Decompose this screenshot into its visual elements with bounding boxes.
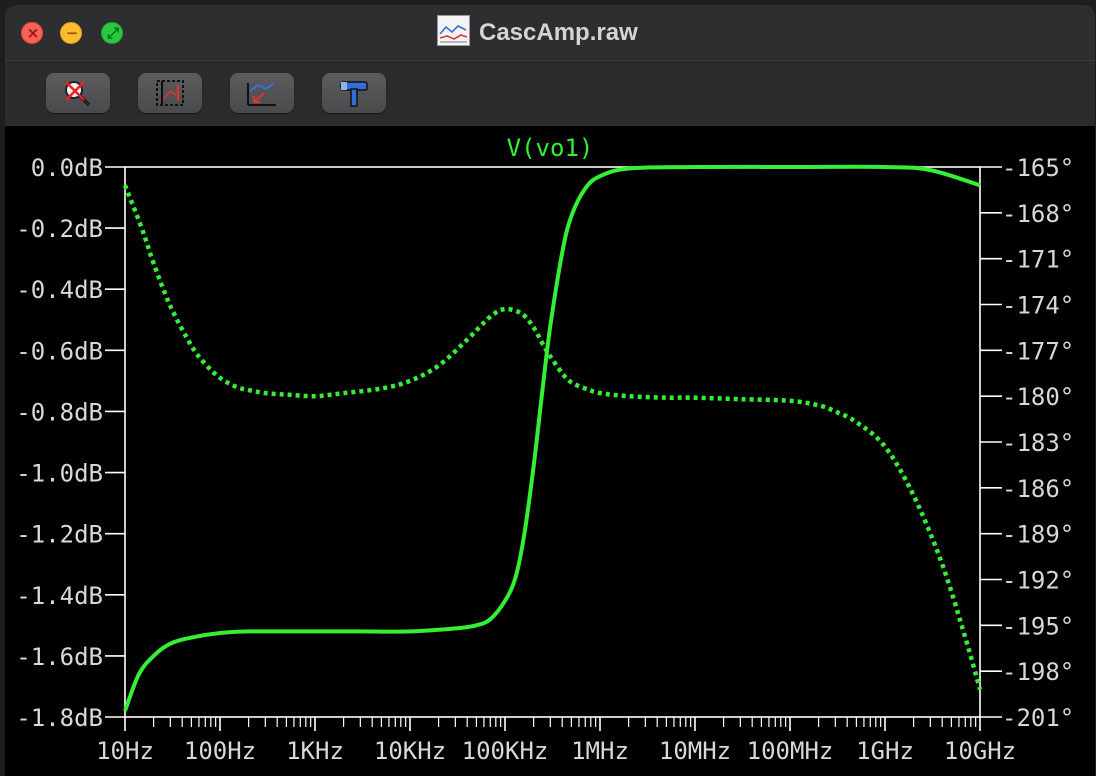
bode-chart[interactable]: 0.0dB -0.2dB -0.4dB -0.6dB -0.8dB -1.0dB -1.2d… bbox=[5, 126, 1095, 776]
y-tick-label: -1.8dB bbox=[16, 704, 103, 732]
fullscreen-icon: ⤢ bbox=[106, 24, 119, 42]
settings-button[interactable] bbox=[322, 73, 386, 113]
zoom-cancel-button[interactable] bbox=[46, 73, 110, 113]
y2-tick-label: -201° bbox=[1002, 704, 1074, 732]
y2-tick-label: -180° bbox=[1002, 383, 1074, 411]
series-magnitude-line bbox=[123, 164, 981, 712]
x-tick-label: 10MHz bbox=[659, 737, 731, 765]
x-tick-label: 10KHz bbox=[374, 737, 446, 765]
y2-tick-label: -195° bbox=[1002, 612, 1074, 640]
y-tick-label: -0.8dB bbox=[16, 398, 103, 426]
title-bar: × − ⤢ CascAmp.raw bbox=[5, 5, 1095, 60]
y-tick-label: -1.4dB bbox=[16, 582, 103, 610]
y-tick-label: -1.0dB bbox=[16, 460, 103, 488]
x-tick-label: 100MHz bbox=[747, 737, 834, 765]
minimize-icon: − bbox=[65, 24, 79, 42]
toolbar bbox=[5, 60, 1095, 126]
autorange-button[interactable] bbox=[138, 73, 202, 113]
x-tick-label: 1KHz bbox=[286, 737, 344, 765]
y2-tick-label: -168° bbox=[1002, 200, 1074, 228]
autorange-icon bbox=[156, 80, 184, 106]
y-tick-label: 0.0dB bbox=[31, 154, 103, 182]
zoom-full-button[interactable] bbox=[230, 73, 294, 113]
magnifier-cancel-icon bbox=[65, 81, 91, 107]
zoom-window-button[interactable]: ⤢ bbox=[101, 22, 123, 44]
chart-title: V(vo1) bbox=[507, 134, 594, 162]
y-tick-label: -1.2dB bbox=[16, 521, 103, 549]
y2-tick-label: -198° bbox=[1002, 658, 1074, 686]
y2-tick-label: -174° bbox=[1002, 292, 1074, 320]
y2-tick-label: -183° bbox=[1002, 429, 1074, 457]
zoom-full-icon bbox=[247, 82, 276, 106]
plot-area[interactable]: 0.0dB -0.2dB -0.4dB -0.6dB -0.8dB -1.0dB -1.2d… bbox=[5, 126, 1095, 776]
y-tick-label: -0.6dB bbox=[16, 337, 103, 365]
x-tick-label: 1GHz bbox=[856, 737, 914, 765]
close-button[interactable]: × bbox=[21, 22, 43, 44]
close-icon: × bbox=[26, 24, 40, 42]
series-phase-line bbox=[122, 184, 983, 691]
hammer-icon bbox=[340, 81, 368, 107]
y2-tick-label: -165° bbox=[1002, 154, 1074, 182]
y-tick-label: -0.2dB bbox=[16, 215, 103, 243]
y2-tick-label: -189° bbox=[1002, 521, 1074, 549]
x-tick-label: 1MHz bbox=[571, 737, 629, 765]
minimize-button[interactable]: − bbox=[60, 22, 82, 44]
y2-tick-label: -171° bbox=[1002, 246, 1074, 274]
app-window: × − ⤢ CascAmp.raw 0.0dB -0.2dB -0.4dB -0… bbox=[5, 5, 1095, 776]
window-title: CascAmp.raw bbox=[479, 19, 638, 46]
waveform-document-icon bbox=[437, 15, 470, 46]
y2-tick-label: -192° bbox=[1002, 567, 1074, 595]
y2-tick-label: -177° bbox=[1002, 337, 1074, 365]
x-tick-label: 100Hz bbox=[184, 737, 256, 765]
y-tick-label: -1.6dB bbox=[16, 643, 103, 671]
x-tick-label: 10Hz bbox=[96, 737, 154, 765]
y2-tick-label: -186° bbox=[1002, 475, 1074, 503]
x-tick-label: 10GHz bbox=[944, 737, 1016, 765]
plot-frame bbox=[124, 166, 981, 718]
x-tick-label: 100KHz bbox=[462, 737, 549, 765]
y-tick-label: -0.4dB bbox=[16, 276, 103, 304]
